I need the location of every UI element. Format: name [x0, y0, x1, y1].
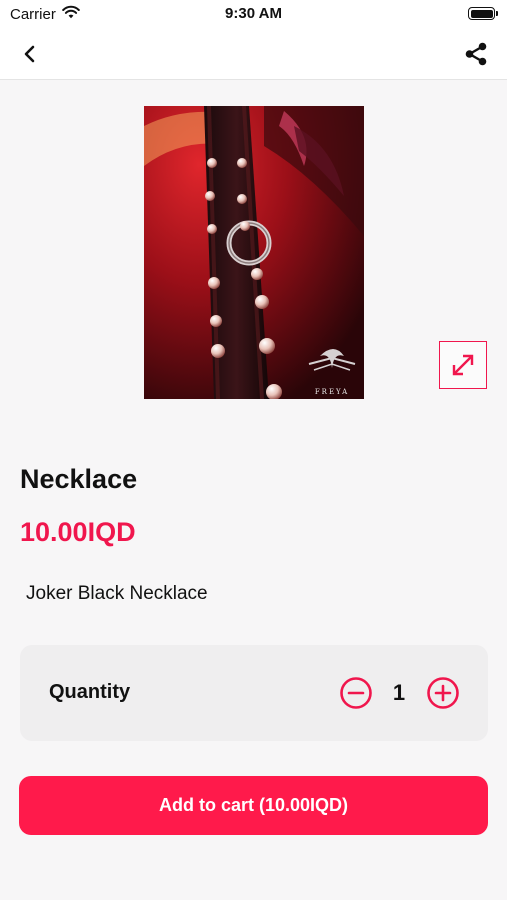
expand-image-button[interactable] [439, 341, 487, 389]
quantity-label: Quantity [49, 681, 131, 703]
expand-icon [452, 354, 474, 376]
product-description: Joker Black Necklace [26, 583, 208, 604]
navigation-bar [0, 28, 507, 80]
quantity-value: 1 [392, 680, 406, 705]
increase-quantity-button[interactable] [426, 676, 460, 710]
quantity-card: Quantity 1 [20, 645, 488, 741]
image-watermark: FREYA [315, 388, 349, 396]
chevron-left-icon [24, 45, 35, 63]
back-button[interactable] [14, 38, 46, 70]
clock: 9:30 AM [225, 5, 282, 22]
product-image[interactable]: FREYA [144, 106, 364, 399]
product-price: 10.00IQD [20, 517, 136, 547]
decrease-quantity-button[interactable] [339, 676, 373, 710]
share-button[interactable] [459, 37, 493, 71]
status-bar: Carrier 9:30 AM [0, 0, 507, 28]
add-to-cart-button[interactable]: Add to cart (10.00IQD) [19, 776, 488, 835]
minus-circle-icon [340, 677, 372, 709]
plus-circle-icon [427, 677, 459, 709]
battery-icon [468, 7, 498, 20]
share-icon [465, 42, 487, 66]
product-title: Necklace [20, 464, 138, 494]
product-photo: FREYA [144, 106, 364, 399]
